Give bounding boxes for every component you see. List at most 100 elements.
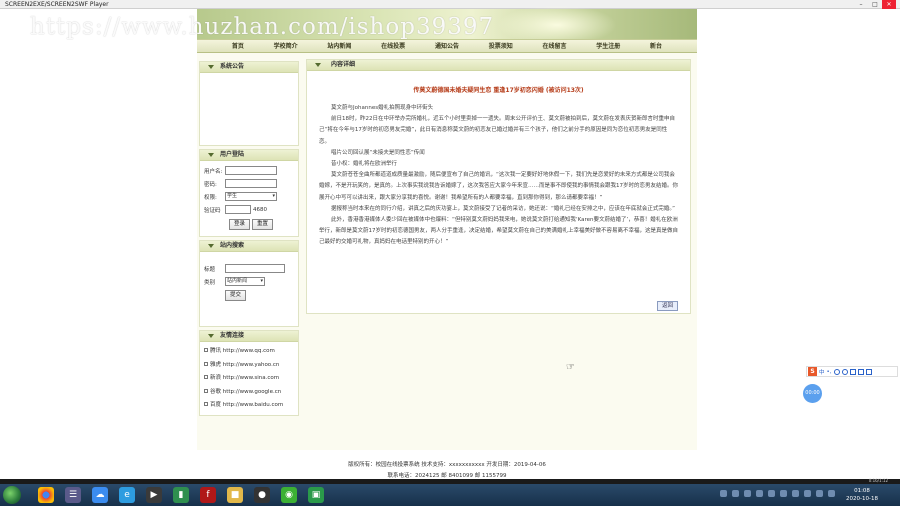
- username-input[interactable]: [225, 166, 277, 175]
- player-time: 0:16/1:12: [868, 478, 888, 483]
- window-title: SCREEN2EXE/SCREEN2SWF Player: [5, 1, 109, 8]
- tray-icon[interactable]: [720, 490, 727, 497]
- system-clock[interactable]: 01:08 2020-10-18: [846, 487, 878, 503]
- nav-item-home[interactable]: 首页: [232, 40, 244, 53]
- nav-item-about[interactable]: 学校简介: [274, 40, 298, 53]
- article-paragraph: 据报称当时本来在的同行介绍，讲真之后的庆功宴上，莫文蔚接受了记者的采访，她还说：…: [331, 205, 675, 212]
- nav-item-vote[interactable]: 在线投票: [381, 40, 405, 53]
- article-paragraph: 莫文蔚苍苍全曲所都道道成质量最激励，随后便宣布了自己的婚讯，“这次我一定要好好地…: [319, 172, 679, 201]
- close-button[interactable]: ✕: [882, 0, 896, 9]
- page-gutter-left: [0, 9, 197, 479]
- tray-icon[interactable]: [804, 490, 811, 497]
- captcha-label: 验证码: [204, 207, 221, 214]
- video-icon[interactable]: ▶: [146, 487, 162, 503]
- captcha-input[interactable]: [225, 205, 251, 214]
- article-body: 莫文蔚与Johannes婚礼拍照现身中环街头 前日18时，昨22日在中环举办完所…: [307, 94, 690, 249]
- triangle-icon: [208, 244, 214, 248]
- search-panel-header: 站内搜索: [200, 241, 298, 252]
- baidu-netdisk-icon[interactable]: ☁: [92, 487, 108, 503]
- article-paragraph: 此外，香港香港媒体人委少回在被媒体中也爆料：“但特别莫文蔚妈妈我来电，她说莫文蔚…: [319, 217, 679, 246]
- system-tray: [720, 490, 835, 497]
- maximize-button[interactable]: □: [868, 0, 882, 9]
- friend-link[interactable]: 百度 http://www.baidu.com: [200, 399, 298, 413]
- reset-button[interactable]: 重置: [252, 219, 274, 230]
- emoji-icon[interactable]: [833, 368, 840, 375]
- nav-item-news[interactable]: 站内新闻: [327, 40, 351, 53]
- tray-icon[interactable]: [816, 490, 823, 497]
- nav-item-notices[interactable]: 通知公告: [435, 40, 459, 53]
- tray-icon[interactable]: [780, 490, 787, 497]
- keyboard-icon[interactable]: [849, 368, 856, 375]
- main-nav: 首页 学校简介 站内新闻 在线投票 通知公告 投票须知 在线留言 学生注册 新台: [197, 39, 697, 53]
- tray-icon[interactable]: [792, 490, 799, 497]
- flash-icon[interactable]: f: [200, 487, 216, 503]
- link-icon: [204, 361, 208, 366]
- clock-time: 01:08: [854, 488, 870, 494]
- nav-item-guestbook[interactable]: 在线留言: [542, 40, 566, 53]
- search-panel: 站内搜索 标题 类别 站内新闻 提交: [199, 240, 299, 327]
- content-panel: 内容详细 传莫文蔚德国未婚夫疑同生恋 重逢17岁初恋闪婚 (被访问13次) 莫文…: [306, 59, 691, 314]
- password-label: 密码:: [204, 181, 217, 188]
- tray-icon[interactable]: [828, 490, 835, 497]
- tray-icon[interactable]: [732, 490, 739, 497]
- back-button[interactable]: 返回: [656, 301, 678, 311]
- link-icon: [204, 402, 208, 406]
- article-title: 传莫文蔚德国未婚夫疑同生恋 重逢17岁初恋闪婚 (被访问13次): [413, 87, 584, 94]
- friend-link[interactable]: 谷歌 http://www.google.cn: [200, 386, 298, 400]
- floating-timer-bubble[interactable]: 00:00: [803, 384, 822, 403]
- login-panel: 用户登陆 用户名: 密码: 权限: 学生 验证码 4680 登录重置: [199, 149, 299, 237]
- ime-toolbar[interactable]: S 中 •,: [806, 366, 898, 377]
- microphone-icon[interactable]: [841, 368, 848, 375]
- skin-icon[interactable]: [857, 368, 864, 375]
- start-button[interactable]: [3, 486, 21, 504]
- triangle-icon: [208, 153, 214, 157]
- friend-link[interactable]: 新浪 http://www.sina.com: [200, 372, 298, 386]
- footer-copyright: 版权所有：校园在线投票系统 技术支持：xxxxxxxxxxx 开发日期：2019…: [348, 462, 546, 468]
- login-panel-header: 用户登陆: [200, 150, 298, 161]
- recorder-icon[interactable]: ▣: [308, 487, 324, 503]
- windows-taskbar: ☰ ☁ e ▶ ▮ f ■ ● ◉ ▣ 01:08 2020-10-18: [0, 484, 900, 506]
- article-paragraph: 前日18时，昨22日在中环举办完所婚礼，近五个小时里卖掉一一遗失。周末公开评价王…: [319, 116, 676, 145]
- ime-lang-indicator[interactable]: 中: [819, 368, 825, 376]
- mouse-cursor-icon: ☞: [566, 362, 575, 373]
- wechat-icon[interactable]: ◉: [281, 487, 297, 503]
- folder-icon[interactable]: ■: [227, 487, 243, 503]
- article-paragraph: 昔小权：婚礼将在欧洲举行: [331, 161, 398, 168]
- friend-link[interactable]: 雅虎 http://www.yahoo.cn: [200, 359, 298, 373]
- links-panel-header: 友情连接: [200, 331, 298, 342]
- triangle-icon: [315, 63, 321, 67]
- app-icon[interactable]: ☰: [65, 487, 81, 503]
- tray-icon[interactable]: [768, 490, 775, 497]
- minimize-button[interactable]: –: [854, 0, 868, 9]
- ime-punct-indicator[interactable]: •,: [827, 369, 832, 375]
- triangle-icon: [208, 334, 214, 338]
- clock-date: 2020-10-18: [846, 496, 878, 502]
- browser-icon[interactable]: e: [119, 487, 135, 503]
- keyword-input[interactable]: [225, 264, 285, 273]
- sogou-icon[interactable]: S: [808, 367, 817, 376]
- nav-item-register[interactable]: 学生注册: [596, 40, 620, 53]
- login-button[interactable]: 登录: [229, 219, 251, 230]
- role-label: 权限:: [204, 194, 217, 201]
- link-icon: [204, 375, 208, 379]
- tray-icon[interactable]: [744, 490, 751, 497]
- article-paragraph: 唱片公司回认展“未接夫是同性恋”传闻: [331, 149, 425, 156]
- qq-icon[interactable]: ●: [254, 487, 270, 503]
- friend-link[interactable]: 腾讯 http://www.qq.com: [200, 345, 298, 359]
- search-submit-button[interactable]: 提交: [225, 290, 247, 301]
- link-icon: [204, 388, 208, 393]
- captcha-code: 4680: [253, 206, 267, 213]
- page-body: 系统公告 用户登陆 用户名: 密码: 权限: 学生 验证码 4680 登录重置 站内…: [197, 53, 697, 479]
- role-select[interactable]: 学生: [225, 192, 277, 201]
- password-input[interactable]: [225, 179, 277, 188]
- nav-item-admin[interactable]: 新台: [650, 40, 662, 53]
- chart-app-icon[interactable]: ▮: [173, 487, 189, 503]
- watermark: https://www.huzhan.com/ishop39397: [30, 14, 495, 40]
- tray-icon[interactable]: [756, 490, 763, 497]
- chrome-icon[interactable]: [38, 487, 54, 503]
- type-select[interactable]: 站内新闻: [225, 277, 265, 286]
- toolbox-icon[interactable]: [865, 368, 872, 375]
- triangle-icon: [208, 65, 214, 69]
- nav-item-vote-rules[interactable]: 投票须知: [489, 40, 513, 53]
- notice-panel-header: 系统公告: [200, 62, 298, 73]
